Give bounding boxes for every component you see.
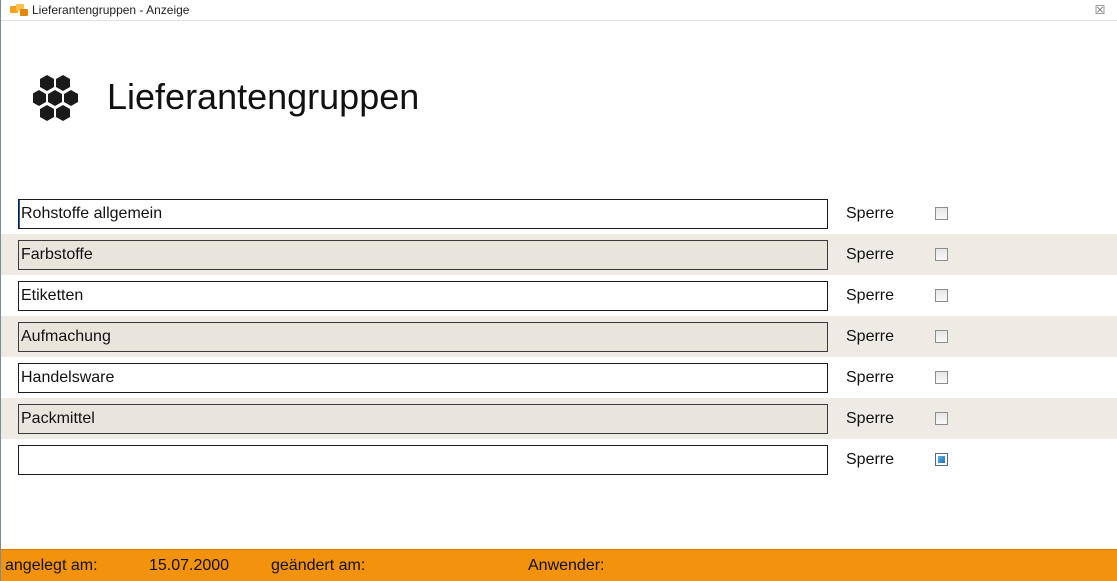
list-item: Sperre xyxy=(1,234,1117,275)
window-title: Lieferantengruppen - Anzeige xyxy=(32,3,190,17)
list-item: Sperre xyxy=(1,398,1117,439)
status-bar: angelegt am: 15.07.2000 geändert am: Anw… xyxy=(1,549,1117,581)
created-date: 15.07.2000 xyxy=(149,557,230,574)
list-item: Sperre xyxy=(1,275,1117,316)
new-group-name-input[interactable] xyxy=(18,445,828,475)
lock-label: Sperre xyxy=(846,410,895,427)
lock-checkbox[interactable] xyxy=(935,412,948,425)
lock-label: Sperre xyxy=(846,328,895,345)
lock-checkbox[interactable] xyxy=(935,207,948,220)
group-name-input[interactable] xyxy=(18,363,828,393)
group-name-input[interactable] xyxy=(18,322,828,352)
lock-label: Sperre xyxy=(846,246,895,263)
lock-label: Sperre xyxy=(846,205,895,222)
lock-label: Sperre xyxy=(846,451,895,468)
list-item-new: Sperre xyxy=(1,439,1117,480)
user-label: Anwender: xyxy=(528,557,605,574)
page-title: Lieferantengruppen xyxy=(107,76,420,117)
list-item: Sperre xyxy=(1,193,1117,234)
lock-checkbox[interactable] xyxy=(935,330,948,343)
app-icon xyxy=(9,3,31,18)
group-name-input[interactable] xyxy=(18,240,828,270)
lock-checkbox[interactable] xyxy=(935,289,948,302)
hexagon-cluster-icon xyxy=(32,73,87,123)
app-window: Lieferantengruppen - Anzeige ☒ Lieferant… xyxy=(0,0,1117,581)
lock-label: Sperre xyxy=(846,287,895,304)
lock-checkbox[interactable] xyxy=(935,453,948,466)
group-name-input[interactable] xyxy=(18,199,828,229)
list-item: Sperre xyxy=(1,316,1117,357)
list-item: Sperre xyxy=(1,357,1117,398)
lock-checkbox[interactable] xyxy=(935,248,948,261)
close-icon[interactable]: ☒ xyxy=(1093,3,1107,17)
lock-checkbox[interactable] xyxy=(935,371,948,384)
created-label: angelegt am: xyxy=(5,557,98,574)
lock-label: Sperre xyxy=(846,369,895,386)
group-name-input[interactable] xyxy=(18,281,828,311)
group-name-input[interactable] xyxy=(18,404,828,434)
changed-label: geändert am: xyxy=(271,557,366,574)
title-bar: Lieferantengruppen - Anzeige ☒ xyxy=(1,0,1117,21)
